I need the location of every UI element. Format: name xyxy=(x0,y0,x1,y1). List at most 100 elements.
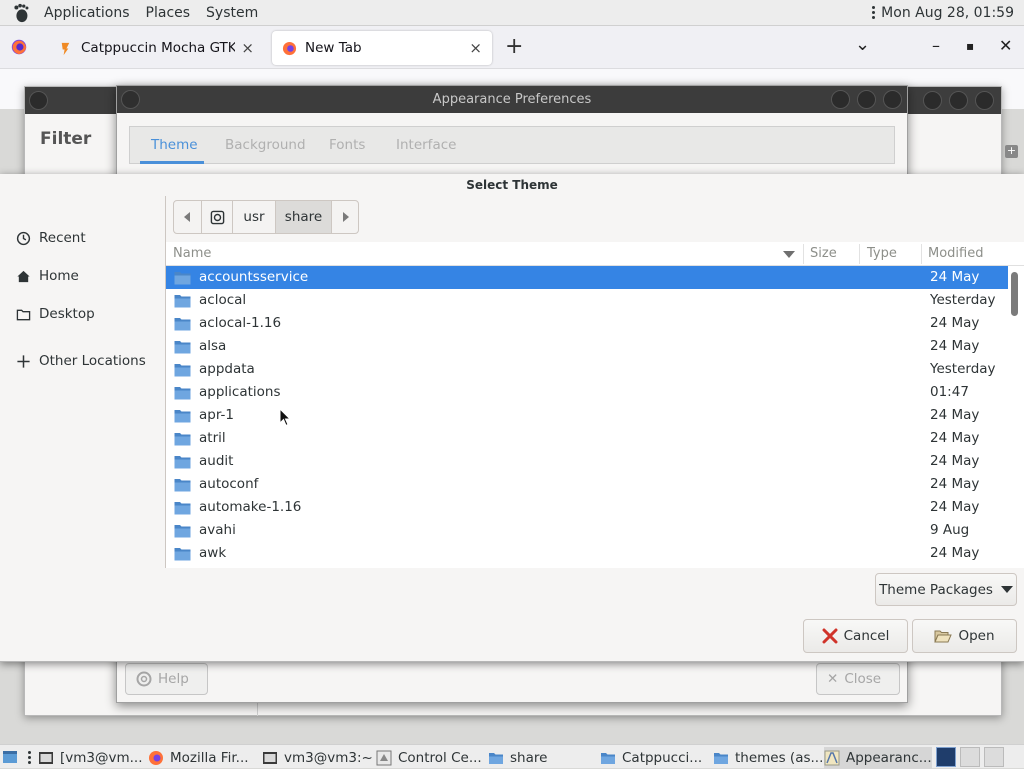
taskbar-button-label: share xyxy=(510,750,548,766)
active-tab-indicator xyxy=(140,161,204,164)
vertical-scrollbar[interactable] xyxy=(1011,272,1018,316)
help-icon xyxy=(136,671,152,687)
firefox-view-icon[interactable] xyxy=(10,38,28,56)
taskbar-button-label: [vm3@vm... xyxy=(60,750,143,766)
sidebar-item-recent[interactable]: Recent xyxy=(16,230,86,246)
file-row[interactable]: autoconf 24 May xyxy=(166,473,1008,496)
folder-icon xyxy=(174,272,191,285)
mouse-cursor-icon xyxy=(279,408,291,427)
tab-catppuccin[interactable]: Catppuccin Mocha GTK Them × xyxy=(48,31,264,65)
appearance-titlebar[interactable]: Appearance Preferences xyxy=(117,86,907,113)
file-modified: 24 May xyxy=(930,545,980,561)
taskbar-handle-icon[interactable] xyxy=(28,751,31,764)
tab-theme[interactable]: Theme xyxy=(151,137,198,153)
close-button[interactable]: ✕ Close xyxy=(816,663,900,695)
sort-descending-icon[interactable] xyxy=(783,251,795,258)
taskbar-button[interactable]: themes (as... xyxy=(713,747,823,769)
open-button[interactable]: Open xyxy=(912,619,1017,653)
tab-interface[interactable]: Interface xyxy=(396,137,456,153)
window-menu-icon[interactable] xyxy=(29,91,48,110)
taskbar-button-label: vm3@vm3:~ xyxy=(284,750,373,766)
column-size[interactable]: Size xyxy=(810,246,837,261)
help-button[interactable]: Help xyxy=(125,663,208,695)
show-desktop-icon[interactable] xyxy=(2,749,18,765)
workspace-1[interactable] xyxy=(936,747,956,767)
sidebar-item-desktop[interactable]: Desktop xyxy=(16,306,95,322)
taskbar-button[interactable]: Appearanc... xyxy=(824,747,932,769)
path-usr-button[interactable]: usr xyxy=(233,201,276,233)
column-modified[interactable]: Modified xyxy=(928,246,983,261)
minimize-button[interactable]: – xyxy=(932,36,940,55)
maximize-icon[interactable] xyxy=(857,90,876,109)
file-row[interactable]: alsa 24 May xyxy=(166,335,1008,358)
close-icon[interactable] xyxy=(883,90,902,109)
file-row[interactable]: aclocal Yesterday xyxy=(166,289,1008,312)
path-forward-button[interactable] xyxy=(332,201,358,233)
cancel-button[interactable]: Cancel xyxy=(803,619,908,653)
path-root-button[interactable] xyxy=(202,201,233,233)
file-row[interactable]: accountsservice 24 May xyxy=(166,266,1008,289)
tab-close-icon[interactable]: × xyxy=(241,39,254,57)
gnome-foot-icon[interactable] xyxy=(10,2,32,24)
tab-close-icon[interactable]: × xyxy=(469,39,482,57)
dialog-title: Select Theme xyxy=(466,178,558,192)
taskbar-button[interactable]: Control Ce... xyxy=(376,747,486,769)
file-name: awk xyxy=(199,545,227,561)
path-back-button[interactable] xyxy=(174,201,202,233)
folder-icon xyxy=(174,479,191,492)
list-all-tabs-button[interactable]: ⌄ xyxy=(855,34,870,55)
file-filter-dropdown[interactable]: Theme Packages xyxy=(875,573,1017,606)
filter-label: Theme Packages xyxy=(879,581,993,598)
system-menu[interactable]: System xyxy=(198,5,266,21)
workspace-2[interactable] xyxy=(960,747,980,767)
file-row[interactable]: aclocal-1.16 24 May xyxy=(166,312,1008,335)
file-row[interactable]: apr-1 24 May xyxy=(166,404,1008,427)
file-row[interactable]: appdata Yesterday xyxy=(166,358,1008,381)
maximize-icon[interactable] xyxy=(949,91,968,110)
taskbar-button[interactable]: share xyxy=(488,747,594,769)
new-tab-button[interactable]: + xyxy=(505,34,523,59)
taskbar-button[interactable]: vm3@vm3:~ xyxy=(262,747,373,769)
file-modified: 01:47 xyxy=(930,384,969,400)
workspace-3[interactable] xyxy=(984,747,1004,767)
file-name: aclocal xyxy=(199,292,247,308)
sidebar-item-home[interactable]: Home xyxy=(16,268,79,284)
taskbar-button-label: Appearanc... xyxy=(846,750,932,766)
folder-icon xyxy=(714,753,728,764)
close-icon[interactable] xyxy=(975,91,994,110)
window-close-button[interactable]: ✕ xyxy=(999,36,1012,55)
tab-background[interactable]: Background xyxy=(225,137,306,153)
file-name: aclocal-1.16 xyxy=(199,315,282,331)
taskbar-button[interactable]: Catppucci... xyxy=(600,747,712,769)
add-icon[interactable]: + xyxy=(1005,145,1018,158)
sidebar-item-other-locations[interactable]: Other Locations xyxy=(16,353,146,369)
file-row[interactable]: audit 24 May xyxy=(166,450,1008,473)
taskbar-button[interactable]: [vm3@vm... xyxy=(38,747,148,769)
panel-menu-icon[interactable] xyxy=(872,6,876,19)
tab-fonts[interactable]: Fonts xyxy=(329,137,365,153)
clock[interactable]: Mon Aug 28, 01:59 xyxy=(881,5,1014,21)
file-row[interactable]: avahi 9 Aug xyxy=(166,519,1008,542)
places-menu[interactable]: Places xyxy=(138,5,199,21)
maximize-button[interactable]: ▪ xyxy=(966,39,974,53)
applications-menu[interactable]: Applications xyxy=(36,5,138,21)
taskbar-button[interactable]: Mozilla Fir... xyxy=(148,747,260,769)
sidebar-item-label: Recent xyxy=(39,230,86,246)
taskbar-button-label: Catppucci... xyxy=(622,750,703,766)
file-row[interactable]: applications 01:47 xyxy=(166,381,1008,404)
minimize-icon[interactable] xyxy=(831,90,850,109)
column-type[interactable]: Type xyxy=(867,246,897,261)
file-row[interactable]: awk 24 May xyxy=(166,542,1008,565)
file-row[interactable]: atril 24 May xyxy=(166,427,1008,450)
window-menu-icon[interactable] xyxy=(121,90,140,109)
path-share-button[interactable]: share xyxy=(276,201,332,233)
file-modified: 9 Aug xyxy=(930,522,970,538)
folder-icon xyxy=(489,753,503,764)
home-icon xyxy=(17,270,30,282)
tab-favicon-icon xyxy=(61,42,70,55)
select-theme-dialog: Select Theme Recent Home Desktop Other L… xyxy=(0,174,1024,662)
minimize-icon[interactable] xyxy=(923,91,942,110)
tab-new-tab[interactable]: New Tab × xyxy=(272,31,492,65)
column-name[interactable]: Name xyxy=(173,246,211,261)
file-row[interactable]: automake-1.16 24 May xyxy=(166,496,1008,519)
